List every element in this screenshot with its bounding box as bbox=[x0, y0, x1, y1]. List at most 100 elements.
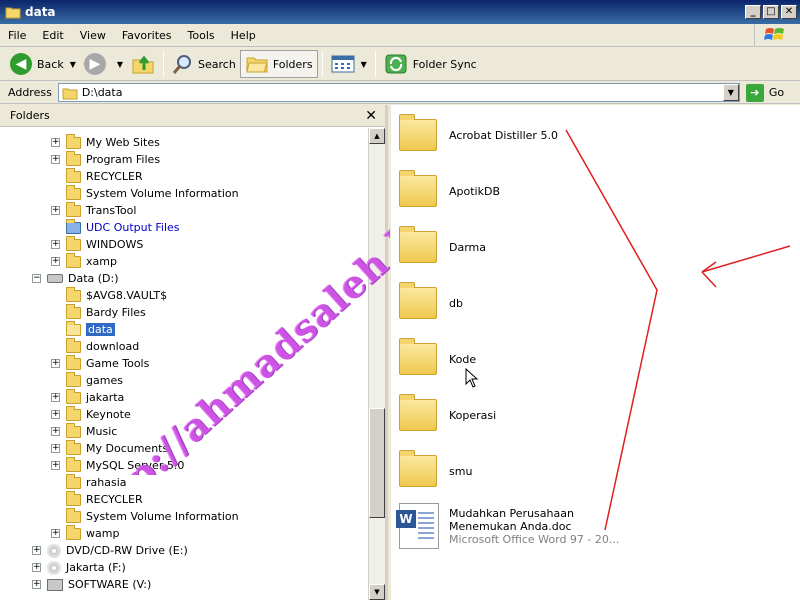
folder-icon bbox=[66, 439, 81, 455]
folder-icon bbox=[66, 303, 81, 319]
menu-view[interactable]: View bbox=[72, 29, 114, 42]
expand-icon[interactable]: + bbox=[51, 529, 60, 538]
expand-icon[interactable]: + bbox=[32, 546, 41, 555]
tree-item-label: games bbox=[86, 374, 123, 387]
tree-item[interactable]: RECYCLER bbox=[51, 490, 143, 508]
tree-item-label: $AVG8.VAULT$ bbox=[86, 289, 168, 302]
tree-item[interactable]: download bbox=[51, 337, 139, 355]
expand-icon[interactable]: + bbox=[51, 444, 60, 453]
expand-icon[interactable]: + bbox=[51, 427, 60, 436]
expand-icon[interactable]: + bbox=[51, 257, 60, 266]
tree-item[interactable]: rahasia bbox=[51, 473, 127, 491]
tree-item[interactable]: data bbox=[51, 320, 115, 338]
folder-icon bbox=[66, 184, 81, 200]
expand-icon[interactable]: + bbox=[51, 393, 60, 402]
tree-item[interactable]: + DVD/CD-RW Drive (E:) bbox=[32, 542, 188, 559]
tree-item-label: TransTool bbox=[86, 204, 137, 217]
menu-file[interactable]: File bbox=[0, 29, 34, 42]
chevron-down-icon[interactable]: ▼ bbox=[70, 60, 76, 69]
scroll-thumb[interactable] bbox=[369, 408, 385, 518]
expand-icon[interactable]: + bbox=[51, 461, 60, 470]
tree-item-label: DVD/CD-RW Drive (E:) bbox=[66, 544, 188, 557]
collapse-icon[interactable]: − bbox=[32, 274, 41, 283]
folder-sync-label: Folder Sync bbox=[412, 57, 477, 71]
tree-item[interactable]: + Music bbox=[51, 422, 117, 440]
tree-item[interactable]: + My Web Sites bbox=[51, 133, 160, 151]
tree-item[interactable]: + Keynote bbox=[51, 405, 131, 423]
maximize-button[interactable]: □ bbox=[763, 5, 779, 19]
expand-icon[interactable]: + bbox=[51, 359, 60, 368]
document-item[interactable]: W Mudahkan Perusahaan Menemukan Anda.doc Mi… bbox=[396, 503, 619, 549]
expand-icon[interactable]: + bbox=[51, 410, 60, 419]
folder-icon bbox=[399, 394, 437, 431]
menu-tools[interactable]: Tools bbox=[180, 29, 223, 42]
forward-button[interactable]: ▶ ▼ bbox=[80, 50, 127, 78]
back-button[interactable]: ◀ Back ▼ bbox=[6, 50, 80, 78]
folder-item[interactable]: ApotikDB bbox=[399, 170, 500, 207]
folders-button[interactable]: Folders bbox=[239, 50, 318, 78]
tree-item[interactable]: System Volume Information bbox=[51, 184, 239, 202]
folder-icon bbox=[66, 422, 81, 438]
up-folder-button[interactable] bbox=[127, 50, 159, 78]
folder-icon bbox=[66, 167, 81, 183]
tree-item[interactable]: RECYCLER bbox=[51, 167, 143, 185]
tree-item[interactable]: + Jakarta (F:) bbox=[32, 559, 126, 576]
expand-icon[interactable]: + bbox=[51, 206, 60, 215]
tree-item[interactable]: Bardy Files bbox=[51, 303, 146, 321]
folder-item[interactable]: smu bbox=[399, 450, 472, 487]
search-button[interactable]: Search bbox=[168, 50, 240, 78]
folder-icon bbox=[399, 114, 437, 151]
folder-item[interactable]: Darma bbox=[399, 226, 486, 263]
chevron-down-icon[interactable]: ▼ bbox=[361, 60, 367, 69]
tree-item[interactable]: System Volume Information bbox=[51, 507, 239, 525]
folder-item[interactable]: Kode bbox=[399, 338, 476, 375]
tree-item[interactable]: games bbox=[51, 371, 123, 389]
menu-help[interactable]: Help bbox=[223, 29, 264, 42]
address-dropdown-button[interactable]: ▼ bbox=[722, 84, 739, 101]
views-button[interactable]: ▼ bbox=[327, 50, 371, 78]
expand-icon[interactable]: + bbox=[32, 563, 41, 572]
window-title: data bbox=[25, 5, 56, 19]
go-button[interactable]: ➔ Go bbox=[745, 83, 784, 102]
tree-item[interactable]: + TransTool bbox=[51, 201, 137, 219]
tree-item[interactable]: + jakarta bbox=[51, 388, 124, 406]
menu-favorites[interactable]: Favorites bbox=[114, 29, 180, 42]
folder-item[interactable]: Acrobat Distiller 5.0 bbox=[399, 114, 558, 151]
scroll-down-button[interactable]: ▼ bbox=[369, 584, 385, 600]
minimize-button[interactable]: _ bbox=[745, 5, 761, 19]
tree-item[interactable]: UDC Output Files bbox=[51, 218, 180, 236]
vertical-scrollbar[interactable]: ▲ ▼ bbox=[368, 128, 385, 600]
close-button[interactable]: ✕ bbox=[781, 5, 797, 19]
tree-item[interactable]: + My Documents bbox=[51, 439, 168, 457]
tree-item-label: System Volume Information bbox=[86, 510, 239, 523]
folder-icon bbox=[66, 150, 81, 166]
expand-icon[interactable]: + bbox=[32, 580, 41, 589]
folder-icon bbox=[66, 235, 81, 251]
search-label: Search bbox=[198, 57, 236, 71]
expand-icon[interactable]: + bbox=[51, 138, 60, 147]
address-input[interactable]: D:\data ▼ bbox=[57, 83, 740, 102]
tree-item[interactable]: $AVG8.VAULT$ bbox=[51, 286, 168, 304]
folder-item[interactable]: Koperasi bbox=[399, 394, 496, 431]
scroll-up-button[interactable]: ▲ bbox=[369, 128, 385, 144]
tree-item[interactable]: + xamp bbox=[51, 252, 117, 270]
tree-item[interactable]: + WINDOWS bbox=[51, 235, 143, 253]
tree-item[interactable]: + Program Files bbox=[51, 150, 160, 168]
close-icon[interactable]: ✕ bbox=[365, 108, 377, 124]
chevron-down-icon[interactable]: ▼ bbox=[117, 60, 123, 69]
expand-icon[interactable]: + bbox=[51, 240, 60, 249]
tree-item[interactable]: − Data (D:) bbox=[32, 270, 119, 287]
folder-sync-button[interactable]: Folder Sync bbox=[380, 50, 481, 78]
expand-icon[interactable]: + bbox=[51, 155, 60, 164]
tree-item-label: MySQL Server 5.0 bbox=[86, 459, 185, 472]
toolbar-separator bbox=[374, 51, 376, 77]
tree-item[interactable]: + MySQL Server 5.0 bbox=[51, 456, 185, 474]
menu-edit[interactable]: Edit bbox=[34, 29, 71, 42]
tree-item[interactable]: + wamp bbox=[51, 524, 119, 542]
tree-item[interactable]: + SOFTWARE (V:) bbox=[32, 576, 151, 593]
folder-item[interactable]: db bbox=[399, 282, 463, 319]
tree-item[interactable]: + Game Tools bbox=[51, 354, 149, 372]
